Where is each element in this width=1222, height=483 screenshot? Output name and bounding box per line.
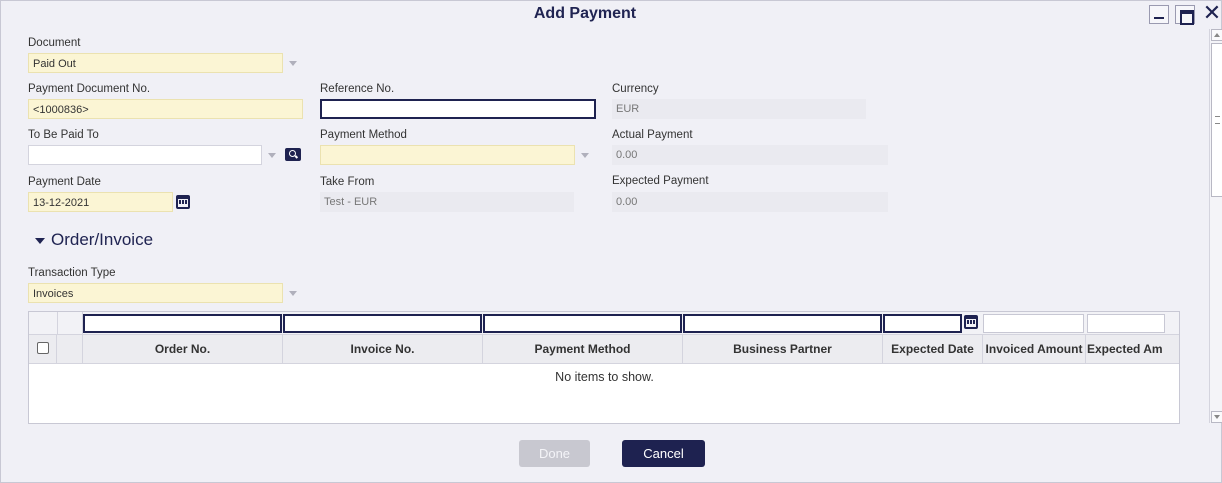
to-be-paid-to-label: To Be Paid To <box>28 129 99 141</box>
column-order-no[interactable]: Order No. <box>83 335 283 364</box>
order-invoice-section-toggle[interactable]: Order/Invoice <box>35 230 153 250</box>
filter-expected-date-input[interactable] <box>883 314 962 333</box>
dialog-scrollbar[interactable] <box>1209 29 1222 423</box>
currency-label: Currency <box>612 83 659 95</box>
expected-payment-field: 0.00 <box>612 192 888 212</box>
expected-payment-label: Expected Payment <box>612 175 709 187</box>
payment-document-no-field[interactable]: <1000836> <box>28 99 303 119</box>
payment-date-field[interactable]: 13-12-2021 <box>28 192 173 212</box>
column-expected-date[interactable]: Expected Date <box>883 335 983 364</box>
column-invoice-no[interactable]: Invoice No. <box>283 335 483 364</box>
add-payment-dialog: Add Payment ✕ Document Paid Out Payment … <box>0 0 1222 483</box>
reference-no-label: Reference No. <box>320 83 395 95</box>
column-expected-amount[interactable]: Expected Am <box>1086 335 1179 364</box>
grid-header-row: Order No. Invoice No. Payment Method Bus… <box>29 335 1179 364</box>
search-icon[interactable] <box>285 148 301 161</box>
calendar-icon[interactable] <box>964 315 978 329</box>
payment-method-label: Payment Method <box>320 129 407 141</box>
to-be-paid-to-field[interactable] <box>28 145 262 165</box>
transaction-type-label: Transaction Type <box>28 267 116 279</box>
scroll-down-icon[interactable] <box>1211 411 1222 423</box>
chevron-down-icon[interactable] <box>289 291 297 296</box>
column-business-partner[interactable]: Business Partner <box>683 335 883 364</box>
cancel-button[interactable]: Cancel <box>622 440 705 467</box>
actual-payment-field: 0.00 <box>612 145 888 165</box>
maximize-icon[interactable] <box>1175 5 1195 25</box>
grid-divider <box>57 312 58 335</box>
filter-payment-method-input[interactable] <box>483 314 682 333</box>
scroll-thumb[interactable] <box>1211 43 1222 197</box>
payment-method-select[interactable] <box>320 145 575 165</box>
filter-order-no-input[interactable] <box>83 314 282 333</box>
document-select[interactable]: Paid Out <box>28 53 283 73</box>
filter-invoiced-amount-input[interactable] <box>983 314 1084 333</box>
reference-no-field[interactable] <box>320 99 596 119</box>
calendar-icon[interactable] <box>176 195 190 209</box>
transaction-type-select[interactable]: Invoices <box>28 283 283 303</box>
done-button[interactable]: Done <box>519 440 590 467</box>
payment-document-no-label: Payment Document No. <box>28 83 151 95</box>
chevron-down-icon <box>35 237 45 244</box>
take-from-field: Test - EUR <box>320 192 574 212</box>
grid-filter-row <box>29 312 1179 335</box>
select-all-checkbox[interactable] <box>37 342 49 354</box>
filter-expected-amount-input[interactable] <box>1087 314 1165 333</box>
chevron-down-icon[interactable] <box>289 61 297 66</box>
chevron-down-icon[interactable] <box>581 153 589 158</box>
currency-field: EUR <box>612 99 866 119</box>
select-all-cell <box>29 335 57 364</box>
chevron-down-icon[interactable] <box>268 153 276 158</box>
take-from-label: Take From <box>320 176 375 188</box>
section-title: Order/Invoice <box>51 230 154 249</box>
grid-empty-message: No items to show. <box>555 370 654 384</box>
filter-invoice-no-input[interactable] <box>283 314 482 333</box>
payment-date-label: Payment Date <box>28 176 101 188</box>
column-invoiced-amount[interactable]: Invoiced Amount <box>983 335 1086 364</box>
column-payment-method[interactable]: Payment Method <box>483 335 683 364</box>
document-label: Document <box>28 37 81 49</box>
scroll-up-icon[interactable] <box>1211 29 1222 41</box>
filter-business-partner-input[interactable] <box>683 314 882 333</box>
actual-payment-label: Actual Payment <box>612 129 693 141</box>
invoice-grid: Order No. Invoice No. Payment Method Bus… <box>28 311 1180 424</box>
row-number-column <box>57 335 83 364</box>
close-icon[interactable]: ✕ <box>1201 2 1222 26</box>
dialog-title: Add Payment <box>533 5 637 22</box>
minimize-icon[interactable] <box>1149 5 1169 24</box>
